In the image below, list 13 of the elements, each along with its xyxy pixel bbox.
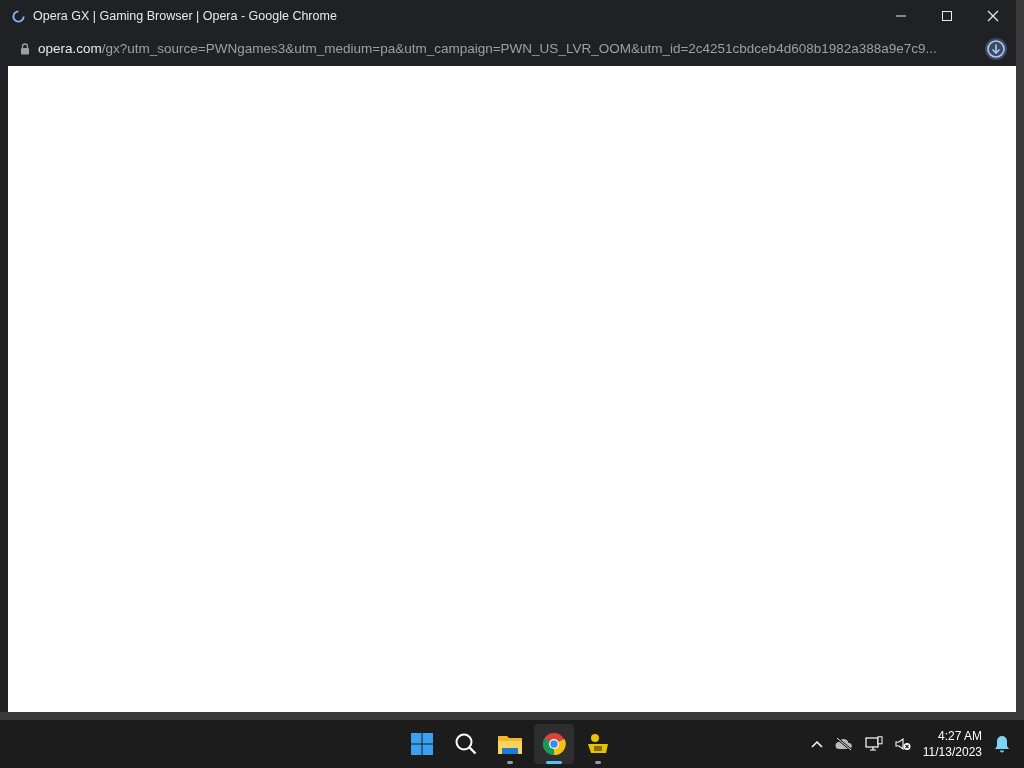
cloud-off-icon[interactable] xyxy=(834,737,853,751)
close-icon xyxy=(987,10,999,22)
clock-date[interactable]: 11/13/2023 xyxy=(922,744,982,761)
window-title: Opera GX | Gaming Browser | Opera - Google Chrome xyxy=(33,7,337,25)
speaker-muted-icon[interactable] xyxy=(894,737,911,751)
download-icon[interactable] xyxy=(984,37,1008,61)
maximize-icon xyxy=(941,10,953,22)
monitor-icon[interactable] xyxy=(864,736,883,752)
chevron-up-icon[interactable] xyxy=(810,740,823,748)
address-field[interactable]: opera.com/gx?utm_source=PWNgames3&utm_medium=pa&utm_campaign=PWN_US_LVR_OOM&utm_id=2c4251cbdceb4d608b1982a388a9e7c9... xyxy=(38,38,937,60)
notification-bell-icon[interactable] xyxy=(994,735,1010,753)
browser-icon[interactable] xyxy=(534,724,574,764)
clock-time[interactable]: 4:27 AM xyxy=(922,727,982,744)
